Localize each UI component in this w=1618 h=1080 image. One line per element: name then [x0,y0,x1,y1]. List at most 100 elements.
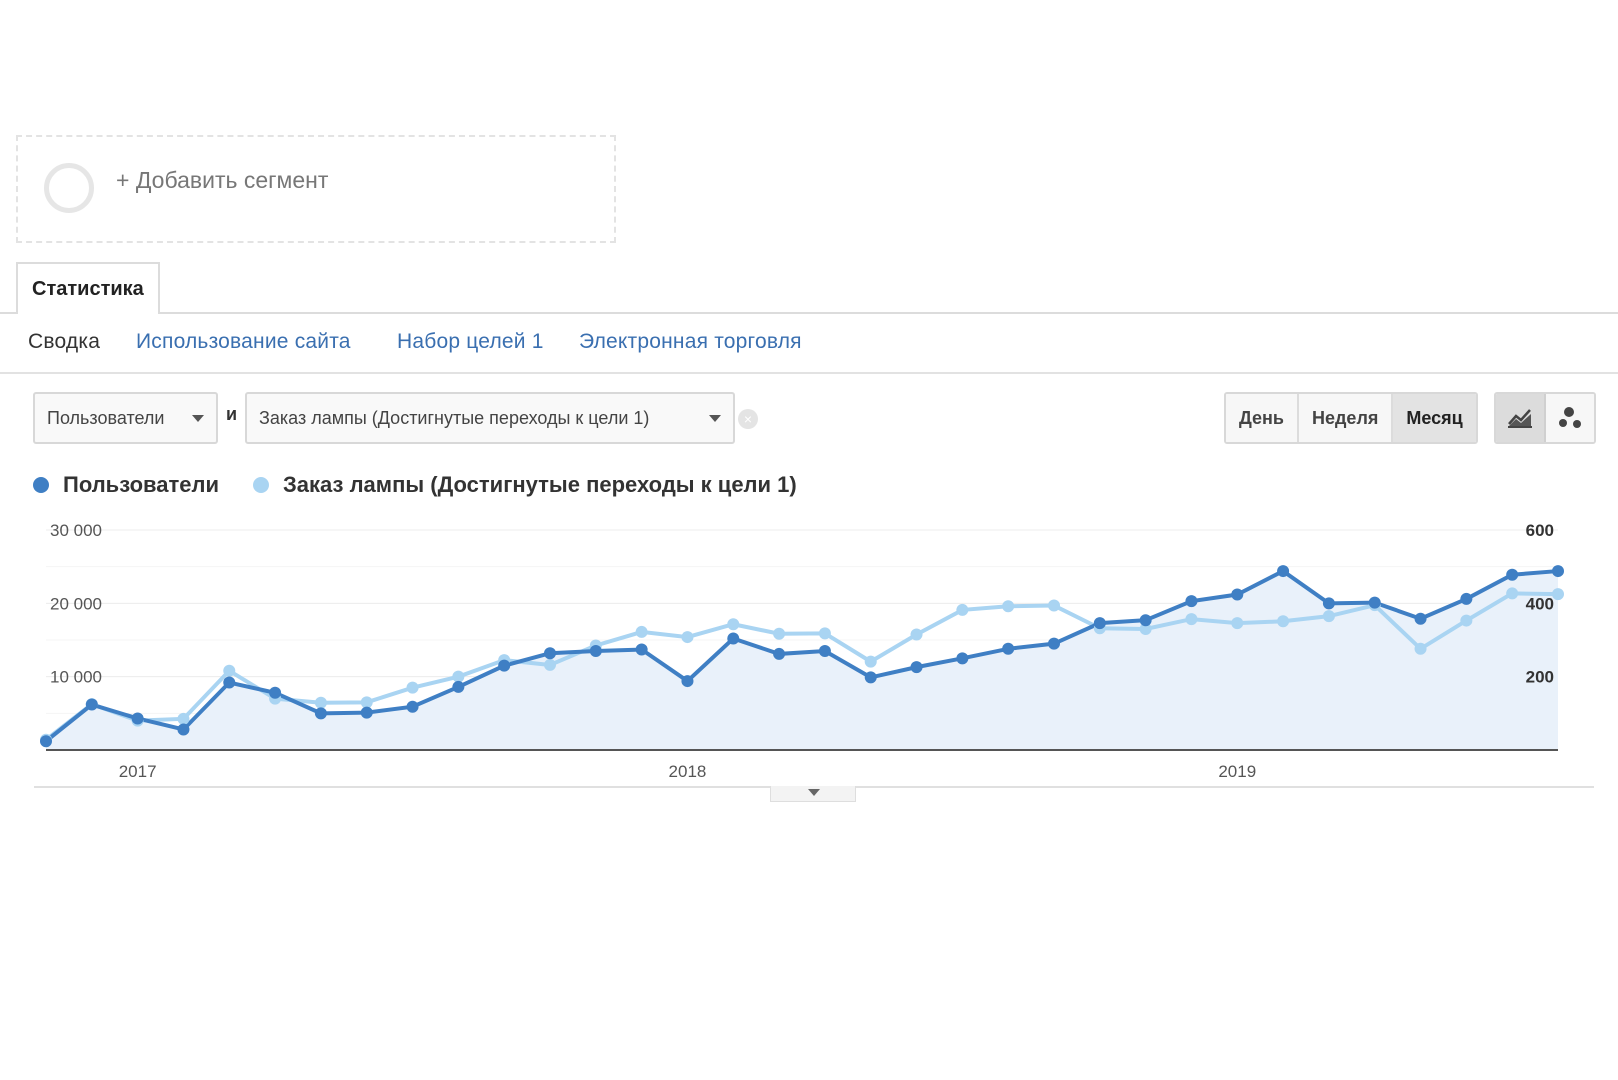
data-point-lamp-orders [818,627,831,640]
subnav-summary[interactable]: Сводка [28,330,100,354]
data-point-users [1368,596,1381,609]
add-segment-button[interactable]: + Добавить сегмент [116,167,328,194]
tab-statistics[interactable]: Статистика [16,262,160,314]
metric-primary-select[interactable]: Пользователи [33,392,218,444]
data-point-lamp-orders [727,618,740,631]
legend-item-lamp-orders: Заказ лампы (Достигнутые переходы к цели… [253,472,797,498]
legend-item-users: Пользователи [33,472,219,498]
data-point-lamp-orders [544,658,556,671]
data-point-users [1506,568,1519,581]
data-point-lamp-orders [1460,614,1473,627]
data-point-lamp-orders [773,627,786,640]
data-point-users [681,675,694,688]
legend-dot-icon [253,477,269,493]
y-left-tick-label: 30 000 [50,521,102,540]
data-point-users [223,676,236,689]
data-point-lamp-orders [452,670,465,683]
data-point-lamp-orders [223,664,236,677]
data-point-users [131,712,144,725]
data-point-lamp-orders [956,603,969,616]
x-tick-label: 2018 [669,762,707,781]
segment-panel: + Добавить сегмент [16,135,616,243]
chart-mode-toggle [1494,392,1596,444]
data-point-users [1139,614,1152,627]
data-point-lamp-orders [1048,599,1060,612]
legend-dot-icon [33,477,49,493]
data-point-users [910,661,923,674]
x-tick-label: 2017 [119,762,157,781]
data-point-users [85,698,98,711]
legend-label-lamp-orders: Заказ лампы (Достигнутые переходы к цели… [283,472,797,497]
data-point-users [727,632,740,645]
data-point-users [177,723,190,736]
data-point-users [773,647,786,660]
data-point-users [1231,588,1244,601]
report-subnav: Сводка Использование сайта Набор целей 1… [0,314,1618,374]
data-point-users [956,652,969,665]
data-point-users [452,680,465,693]
data-point-users [360,706,373,719]
data-point-users [1277,565,1290,578]
data-point-users [1552,565,1564,578]
y-right-tick-label: 200 [1526,668,1554,687]
granularity-week-button[interactable]: Неделя [1299,394,1394,442]
subnav-goal-set-1[interactable]: Набор целей 1 [397,330,544,354]
data-point-users [406,700,419,713]
legend-label-users: Пользователи [63,472,220,497]
subnav-site-usage[interactable]: Использование сайта [136,330,351,354]
data-point-users [40,735,52,748]
metric-secondary-value: Заказ лампы (Достигнутые переходы к цели… [259,408,650,428]
data-point-lamp-orders [360,696,373,709]
metric-secondary-select[interactable]: Заказ лампы (Достигнутые переходы к цели… [245,392,735,444]
x-tick-label: 2019 [1218,762,1256,781]
data-point-users [1322,597,1335,610]
y-left-tick-label: 10 000 [50,668,102,687]
data-point-users [635,643,648,656]
data-point-lamp-orders [1506,587,1519,600]
segment-circle-icon [44,163,94,213]
line-chart-icon[interactable] [1496,394,1546,442]
data-point-lamp-orders [314,696,327,709]
collapse-chart-handle[interactable] [770,786,856,802]
data-point-users [1185,595,1198,608]
data-point-users [1093,617,1106,630]
clear-metric-icon[interactable]: × [738,409,758,429]
data-point-users [1002,642,1015,655]
data-point-lamp-orders [910,628,923,641]
and-label: и [226,404,238,424]
data-point-lamp-orders [681,631,694,644]
data-point-lamp-orders [1185,613,1198,626]
motion-chart-icon[interactable] [1546,394,1594,442]
data-point-lamp-orders [1231,617,1244,630]
data-point-lamp-orders [1002,600,1015,613]
metric-primary-value: Пользователи [47,408,165,428]
y-right-tick-label: 600 [1526,521,1554,540]
data-point-users [818,645,831,657]
data-point-users [1460,592,1473,605]
data-point-lamp-orders [1277,615,1290,628]
data-point-users [864,671,877,684]
data-point-lamp-orders [1414,642,1427,655]
data-point-lamp-orders [864,655,877,668]
data-point-lamp-orders [635,625,648,638]
granularity-month-button[interactable]: Месяц [1393,394,1476,442]
chevron-down-icon [192,415,204,422]
data-point-users [544,647,556,660]
trend-chart: 10 000 20 000 30 000 200 400 600 2017 2018 2019 [40,521,1564,781]
data-point-users [1414,612,1427,625]
data-point-users [1048,637,1060,650]
subnav-ecommerce[interactable]: Электронная торговля [579,330,802,354]
data-point-users [269,686,282,699]
data-point-lamp-orders [406,681,419,694]
data-point-users [314,707,327,720]
granularity-day-button[interactable]: День [1226,394,1299,442]
data-point-users [498,659,511,672]
data-point-lamp-orders [1322,610,1335,623]
granularity-toggle: День Неделя Месяц [1224,392,1478,444]
y-left-tick-label: 20 000 [50,594,102,613]
chevron-down-icon [709,415,721,422]
report-tab-bar: Статистика [0,262,1618,314]
y-right-tick-label: 400 [1526,594,1554,613]
data-point-users [589,645,602,657]
data-point-lamp-orders [177,712,190,725]
